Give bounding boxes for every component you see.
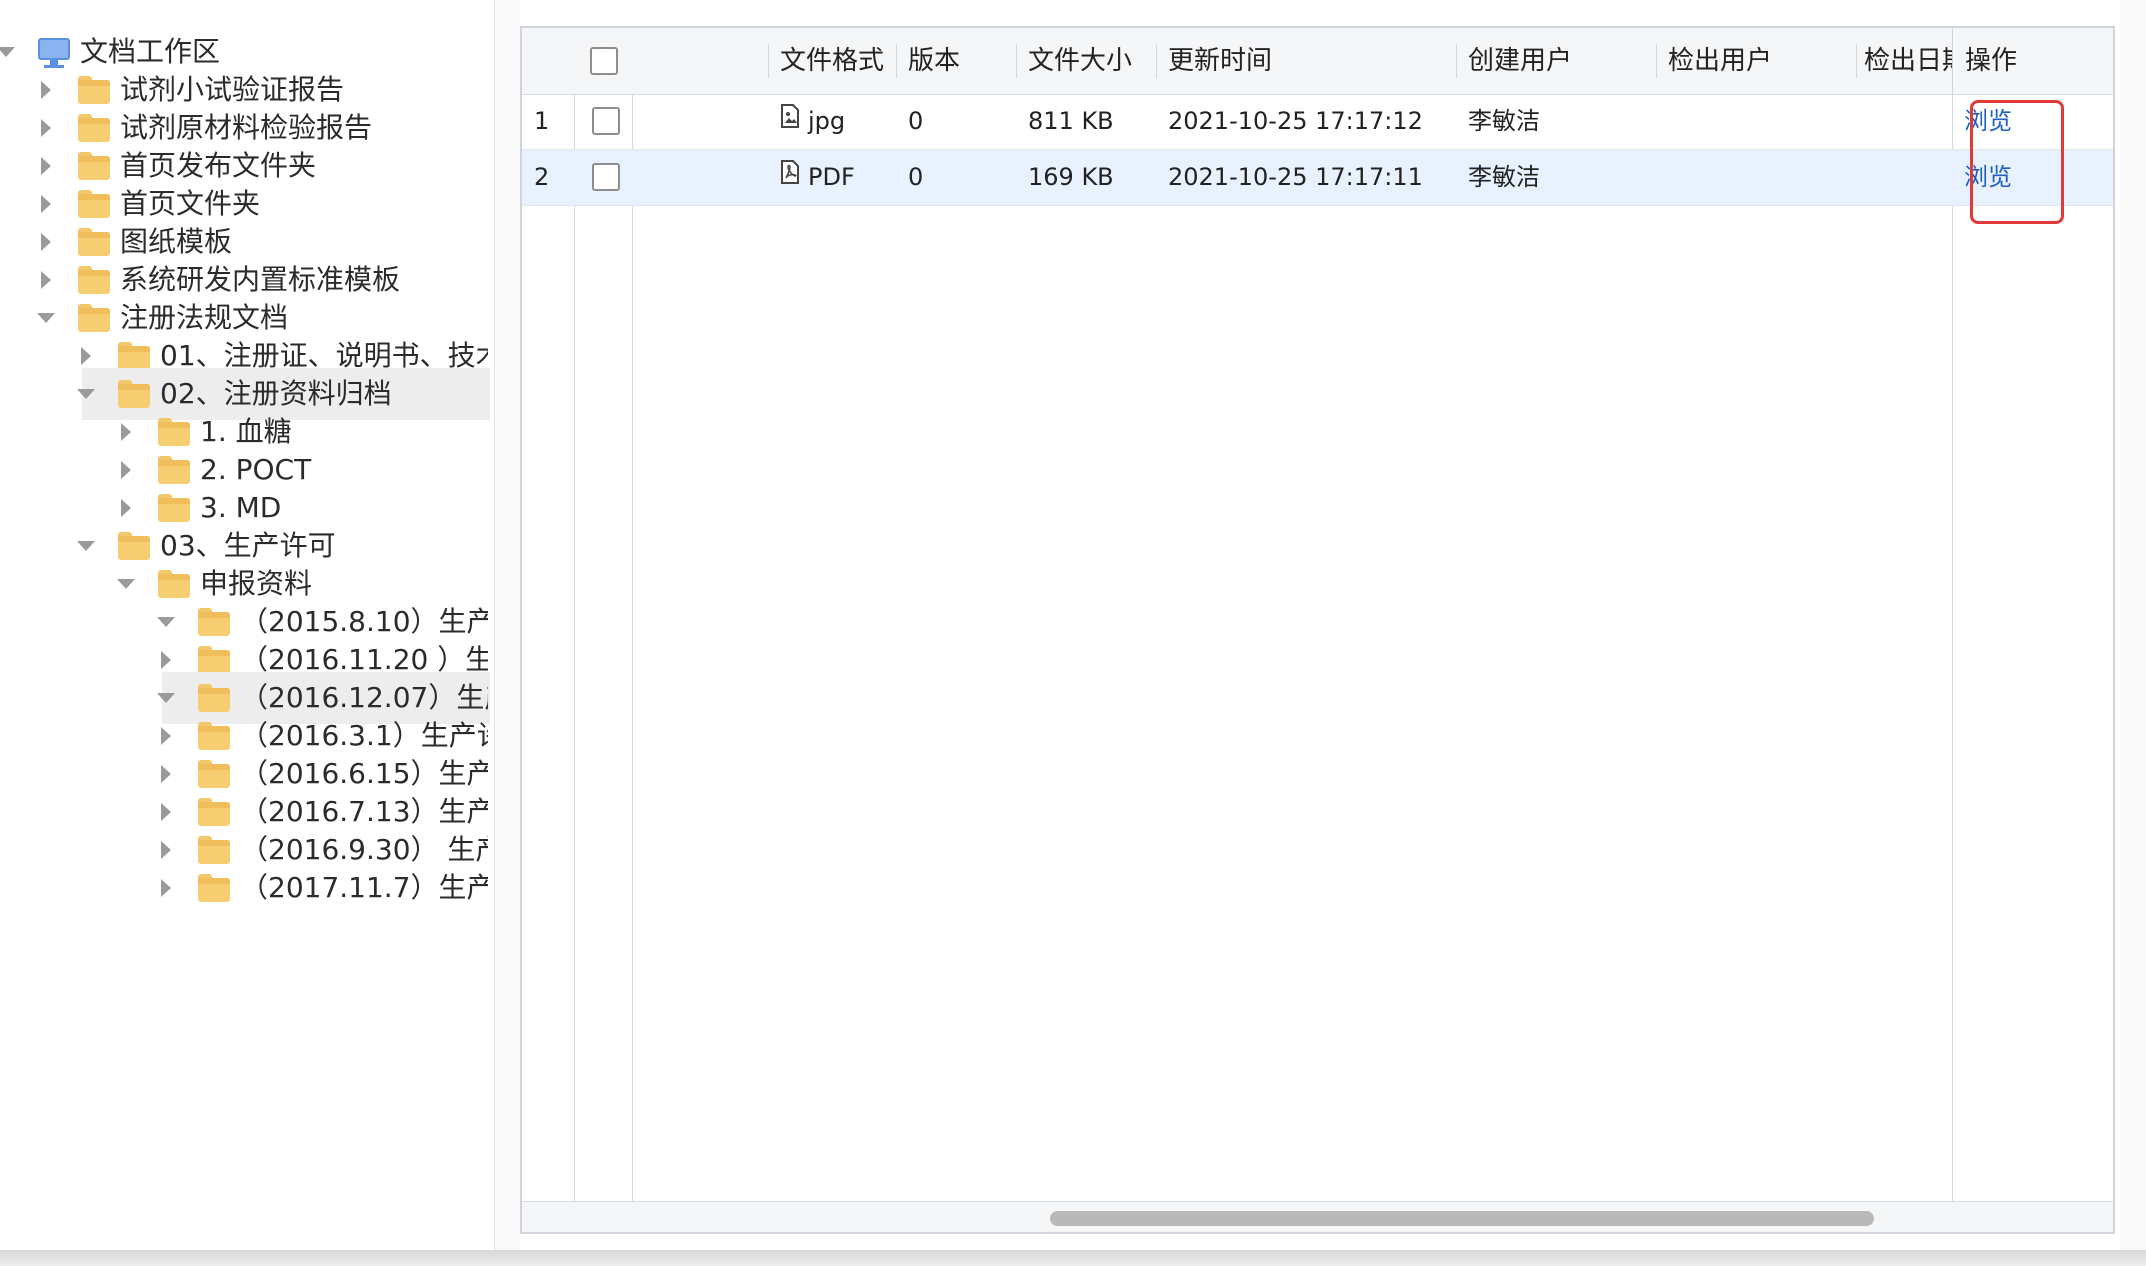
cell-updated: 2021-10-25 17:17:11 [1168, 163, 1423, 191]
expand-arrow-icon[interactable] [146, 862, 186, 914]
preview-link[interactable]: 浏览 [1964, 107, 2012, 135]
folder-icon [118, 532, 150, 560]
rownum-divider [574, 94, 575, 1232]
right-edge [2120, 0, 2146, 1250]
pdf-file-icon [780, 150, 800, 204]
select-all-checkbox[interactable] [590, 47, 618, 75]
row-checkbox[interactable] [592, 107, 620, 135]
cell-action: 浏览 [1952, 94, 2112, 149]
cell-format: PDF [768, 150, 896, 205]
header-creator[interactable]: 创建用户 [1456, 28, 1656, 94]
folder-icon [198, 836, 230, 864]
header-checkout-user[interactable]: 检出用户 [1656, 28, 1856, 94]
folder-icon [198, 684, 230, 712]
tree-node[interactable]: （2017.11.7）生产许可 [0, 862, 494, 914]
cell-creator: 李敏洁 [1468, 107, 1540, 135]
horizontal-scrollbar[interactable] [1050, 1211, 1874, 1226]
tree-node-label: （2017.11.7）生产许可 [240, 871, 488, 904]
col-sep[interactable] [1856, 44, 1857, 78]
folder-icon [118, 380, 150, 408]
panel-gap [495, 0, 520, 1250]
file-grid: 文件格式 版本 文件大小 更新时间 创建用户 检出用户 检出日期 操作 1 jpg… [520, 26, 2115, 1234]
header-action: 操作 [1952, 28, 2112, 94]
document-tree: 文档工作区 试剂小试验证报告 试剂原材料检验报告 首页发布文件夹 首页文件夹 图纸模板 系统… [0, 0, 494, 1250]
header-updated[interactable]: 更新时间 [1156, 28, 1456, 94]
cell-size: 169 KB [1028, 163, 1114, 191]
table-row[interactable]: 1 jpg 0 811 KB 2021-10-25 17:17:12 李敏洁 浏览 [522, 94, 2113, 150]
folder-icon [158, 570, 190, 598]
header-size[interactable]: 文件大小 [1016, 28, 1156, 94]
cell-format: jpg [768, 94, 896, 149]
grid-header-row: 文件格式 版本 文件大小 更新时间 创建用户 检出用户 检出日期 操作 [522, 28, 2113, 95]
col-sep[interactable] [1016, 44, 1017, 78]
cell-checkout-user [1656, 150, 1856, 205]
folder-icon [158, 456, 190, 484]
cell-version: 0 [908, 107, 924, 135]
col-sep[interactable] [1456, 44, 1457, 78]
header-format[interactable]: 文件格式 [768, 28, 896, 94]
folder-icon [198, 874, 230, 902]
folder-icon [78, 114, 110, 142]
table-row[interactable]: 2 PDF 0 169 KB 2021-10-25 17:17:11 李敏洁 浏览 [522, 150, 2113, 206]
cell-checkout-user [1656, 94, 1856, 149]
cell-action: 浏览 [1952, 150, 2112, 205]
preview-link[interactable]: 浏览 [1964, 163, 2012, 191]
folder-icon [78, 304, 110, 332]
header-rownum [522, 28, 574, 94]
cell-version: 0 [908, 163, 924, 191]
col-sep[interactable] [1156, 44, 1157, 78]
grid-footer [522, 1201, 2113, 1232]
row-checkbox[interactable] [592, 163, 620, 191]
window-bottom-edge [0, 1250, 2146, 1266]
folder-icon [118, 342, 150, 370]
folder-icon [78, 266, 110, 294]
action-divider [1952, 94, 1953, 1232]
header-checkout-date[interactable]: 检出日期 [1856, 28, 1952, 94]
col-sep[interactable] [896, 44, 897, 78]
folder-icon [78, 228, 110, 256]
folder-icon [198, 608, 230, 636]
folder-icon [198, 798, 230, 826]
folder-icon [158, 418, 190, 446]
cell-checkout-date [1856, 150, 1952, 205]
format-label: jpg [808, 107, 846, 135]
folder-icon [158, 494, 190, 522]
folder-icon [78, 152, 110, 180]
folder-icon [78, 76, 110, 104]
row-index: 1 [534, 107, 550, 135]
col-sep[interactable] [768, 44, 769, 78]
folder-icon [78, 190, 110, 218]
format-label: PDF [808, 163, 855, 191]
cell-creator: 李敏洁 [1468, 163, 1540, 191]
checkbox-divider [632, 94, 633, 1232]
image-file-icon [780, 94, 800, 148]
cell-size: 811 KB [1028, 107, 1114, 135]
row-index: 2 [534, 163, 550, 191]
header-version[interactable]: 版本 [896, 28, 984, 94]
cell-checkout-date [1856, 94, 1952, 149]
folder-icon [198, 760, 230, 788]
folder-icon [198, 722, 230, 750]
cell-updated: 2021-10-25 17:17:12 [1168, 107, 1423, 135]
folder-icon [198, 646, 230, 674]
col-sep[interactable] [1656, 44, 1657, 78]
